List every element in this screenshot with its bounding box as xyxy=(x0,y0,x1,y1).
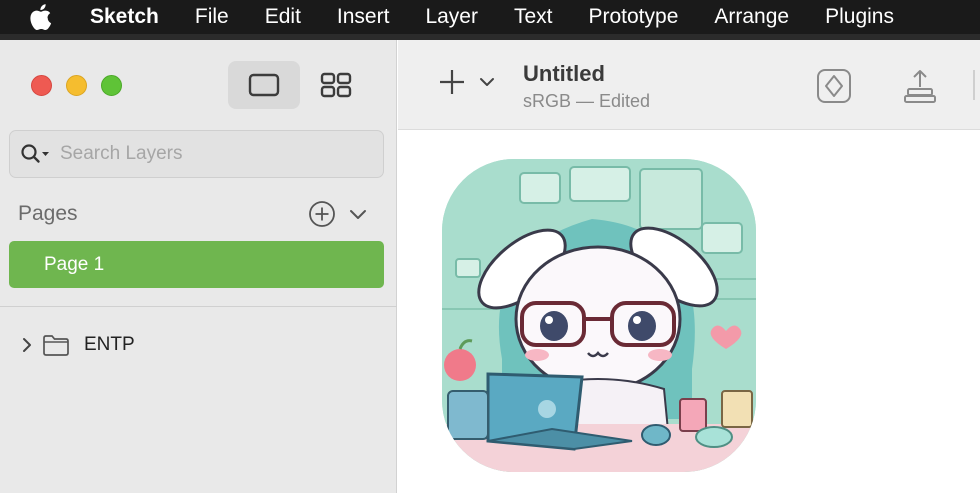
add-page-icon[interactable] xyxy=(308,200,336,228)
search-icon[interactable] xyxy=(20,143,50,165)
page-item-page-1[interactable]: Page 1 xyxy=(9,241,384,288)
canvas[interactable] xyxy=(398,131,980,493)
create-symbol-icon[interactable] xyxy=(816,68,852,104)
menu-bar: Sketch File Edit Insert Layer Text Proto… xyxy=(0,0,980,34)
bunny-illustration xyxy=(442,159,756,472)
document-title: Untitled xyxy=(523,61,605,86)
pages-header: Pages xyxy=(18,198,368,230)
sketch-window: Pages Page 1 xyxy=(0,40,980,493)
export-icon[interactable] xyxy=(902,68,938,104)
expand-chevron-right-icon[interactable] xyxy=(18,336,36,354)
artwork-image[interactable] xyxy=(442,159,756,472)
close-window-button[interactable] xyxy=(31,75,52,96)
menu-file[interactable]: File xyxy=(177,0,247,34)
pages-title: Pages xyxy=(18,202,78,225)
canvas-view-button[interactable] xyxy=(228,61,300,109)
page-item-label: Page 1 xyxy=(44,253,105,275)
plus-icon xyxy=(440,70,464,94)
layer-item-label: ENTP xyxy=(84,334,135,355)
zoom-window-button[interactable] xyxy=(101,75,122,96)
canvas-view-icon xyxy=(248,73,280,97)
minimize-window-button[interactable] xyxy=(66,75,87,96)
pages-actions xyxy=(308,200,368,228)
apple-menu-icon[interactable] xyxy=(26,3,66,31)
search-layers-input[interactable] xyxy=(60,143,350,165)
sidebar-divider xyxy=(0,306,397,307)
menu-plugins[interactable]: Plugins xyxy=(807,0,912,34)
toolbar-separator xyxy=(973,70,975,100)
window-controls xyxy=(31,75,122,96)
menu-prototype[interactable]: Prototype xyxy=(570,0,696,34)
menu-app-sketch[interactable]: Sketch xyxy=(66,0,177,34)
sidebar-view-toggle xyxy=(228,61,372,109)
menu-edit[interactable]: Edit xyxy=(247,0,319,34)
chevron-down-icon xyxy=(480,78,494,86)
search-layers-field[interactable] xyxy=(9,130,384,178)
toolbar: Untitled sRGB — Edited xyxy=(398,40,980,130)
insert-button[interactable] xyxy=(438,68,496,96)
folder-icon xyxy=(42,334,70,356)
menu-arrange[interactable]: Arrange xyxy=(696,0,807,34)
layers-sidebar: Pages Page 1 xyxy=(0,40,397,493)
document-title-block[interactable]: Untitled sRGB — Edited xyxy=(523,61,650,112)
menu-layer[interactable]: Layer xyxy=(407,0,496,34)
collapse-pages-chevron-icon[interactable] xyxy=(348,204,368,224)
grid-view-icon xyxy=(320,72,352,98)
menu-text[interactable]: Text xyxy=(496,0,571,34)
menu-insert[interactable]: Insert xyxy=(319,0,408,34)
components-view-button[interactable] xyxy=(300,61,372,109)
layer-item-entp[interactable]: ENTP xyxy=(18,330,135,360)
document-subtitle: sRGB — Edited xyxy=(523,91,651,111)
